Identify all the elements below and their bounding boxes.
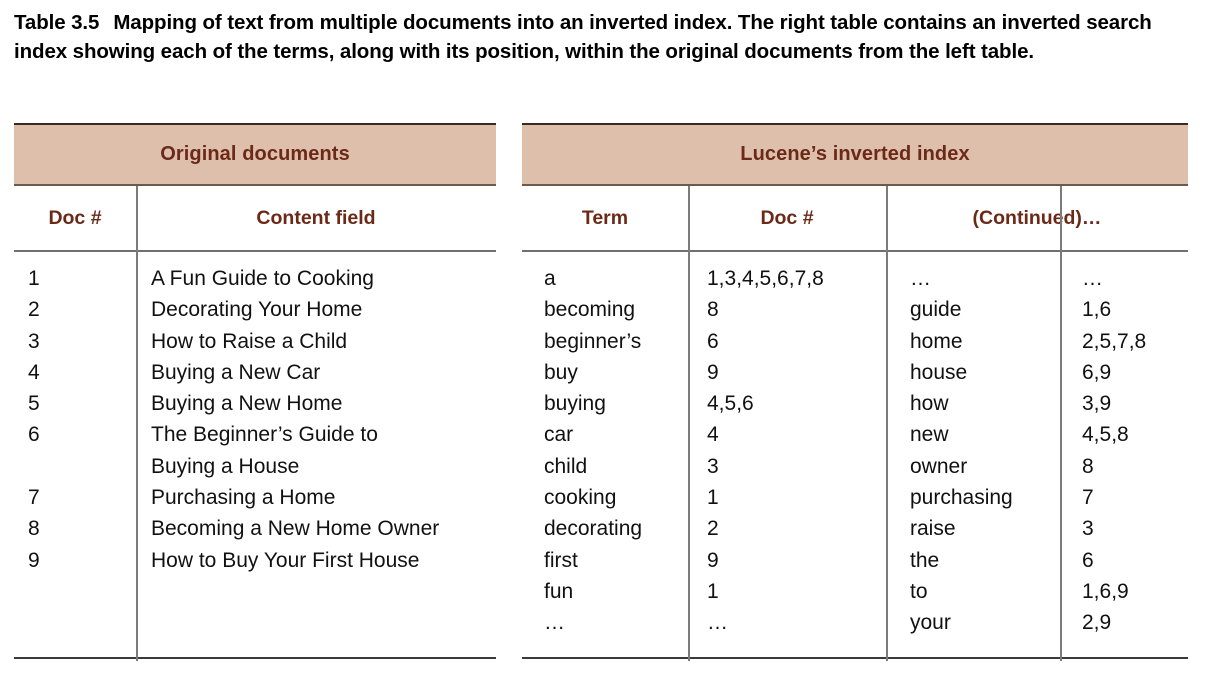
table-cell: 9 bbox=[28, 548, 40, 572]
table-cell: Decorating Your Home bbox=[151, 298, 363, 322]
table-cell: 4,5,6 bbox=[707, 392, 754, 416]
table-cell: 2 bbox=[28, 298, 40, 322]
table-cell: beginner’s bbox=[544, 329, 642, 353]
left-table-body: 1 2 3 4 5 6 7 8 9 A Fun Guide to Cooking… bbox=[14, 252, 496, 659]
table-cell: 8 bbox=[707, 298, 719, 322]
inverted-index-table: Lucene’s inverted index Term Doc # (Cont… bbox=[522, 123, 1188, 661]
column-header-content-field: Content field bbox=[256, 206, 376, 229]
table-cell: owner bbox=[910, 454, 968, 478]
table-cell: 4 bbox=[28, 360, 40, 384]
table-cell: raise bbox=[910, 517, 956, 541]
caption-text: Mapping of text from multiple documents … bbox=[14, 11, 1152, 63]
table-cell: 1,6 bbox=[1082, 298, 1112, 322]
continued-doc-number-column: … 1,6 2,5,7,8 6,9 3,9 4,5,8 8 7 3 6 1,6,… bbox=[1060, 252, 1188, 639]
table-cell: 1 bbox=[707, 579, 719, 603]
right-table-body: a becoming beginner’s buy buying car chi… bbox=[522, 252, 1188, 659]
table-cell bbox=[28, 451, 136, 482]
table-cell: 6 bbox=[1082, 548, 1094, 572]
left-doc-number-column: 1 2 3 4 5 6 7 8 9 bbox=[14, 252, 136, 576]
table-cell: a bbox=[544, 267, 556, 290]
table-cell: 6 bbox=[28, 423, 40, 447]
table-cell: … bbox=[707, 611, 728, 635]
continued-term-column: … guide home house how new owner purchas… bbox=[886, 252, 1060, 639]
table-cell: decorating bbox=[544, 517, 643, 541]
table-cell: house bbox=[910, 360, 968, 384]
table-cell: 1 bbox=[707, 486, 719, 510]
column-header-continued: (Continued)… bbox=[972, 206, 1102, 229]
right-table-divider-continued-inner bbox=[1060, 186, 1062, 661]
column-header-doc-number: Doc # bbox=[48, 206, 102, 229]
left-table-title: Original documents bbox=[160, 143, 350, 165]
right-table-band: Lucene’s inverted index bbox=[522, 123, 1188, 186]
table-cell: 4,5,8 bbox=[1082, 423, 1129, 447]
table-cell: car bbox=[544, 423, 574, 447]
right-table-divider-doc-continued bbox=[886, 186, 888, 661]
table-cell: how bbox=[910, 392, 949, 416]
column-header-doc-number: Doc # bbox=[760, 206, 814, 229]
table-cell: Buying a New Car bbox=[151, 360, 321, 384]
table-cell: Becoming a New Home Owner bbox=[151, 517, 440, 541]
table-cell: 6 bbox=[707, 329, 719, 353]
table-cell: Purchasing a Home bbox=[151, 486, 336, 510]
table-cell: 9 bbox=[707, 360, 719, 384]
term-column: a becoming beginner’s buy buying car chi… bbox=[522, 252, 688, 639]
right-table-column-headers: Term Doc # (Continued)… bbox=[522, 186, 1188, 252]
table-cell: 7 bbox=[28, 486, 40, 510]
table-cell: 3 bbox=[707, 454, 719, 478]
table-cell: becoming bbox=[544, 298, 636, 322]
left-table-column-headers: Doc # Content field bbox=[14, 186, 496, 252]
table-cell: guide bbox=[910, 298, 962, 322]
table-cell: purchasing bbox=[910, 486, 1013, 510]
table-cell: … bbox=[910, 267, 931, 290]
table-cell: 5 bbox=[28, 392, 40, 416]
table-cell: Buying a New Home bbox=[151, 392, 343, 416]
table-cell: 9 bbox=[707, 548, 719, 572]
column-header-term: Term bbox=[581, 206, 629, 229]
table-cell: the bbox=[910, 548, 940, 572]
table-cell: child bbox=[544, 454, 588, 478]
table-cell: first bbox=[544, 548, 578, 572]
table-cell: 1 bbox=[28, 267, 40, 290]
table-cell: A Fun Guide to Cooking bbox=[151, 267, 374, 290]
table-cell: … bbox=[1082, 267, 1103, 290]
table-cell: 2,9 bbox=[1082, 611, 1112, 635]
table-cell: 7 bbox=[1082, 486, 1094, 510]
table-cell: 1,6,9 bbox=[1082, 579, 1129, 603]
table-cell: 8 bbox=[1082, 454, 1094, 478]
table-cell: Buying a House bbox=[151, 454, 300, 478]
table-cell: 2 bbox=[707, 517, 719, 541]
caption-label: Table 3.5 bbox=[14, 11, 100, 34]
table-cell: 2,5,7,8 bbox=[1082, 329, 1147, 353]
left-table-column-divider bbox=[136, 186, 138, 661]
table-cell: 1,3,4,5,6,7,8 bbox=[707, 267, 824, 290]
figure-page: Table 3.5 Mapping of text from multiple d… bbox=[0, 0, 1228, 684]
table-cell: to bbox=[910, 579, 928, 603]
left-content-field-column: A Fun Guide to Cooking Decorating Your H… bbox=[136, 252, 496, 576]
term-doc-number-column: 1,3,4,5,6,7,8 8 6 9 4,5,6 4 3 1 2 9 1 … bbox=[688, 252, 886, 639]
right-table-divider-term-doc bbox=[688, 186, 690, 661]
table-cell: 4 bbox=[707, 423, 719, 447]
table-caption: Table 3.5 Mapping of text from multiple d… bbox=[14, 8, 1200, 66]
table-cell: 3 bbox=[1082, 517, 1094, 541]
table-cell: How to Buy Your First House bbox=[151, 548, 420, 572]
table-cell: 8 bbox=[28, 517, 40, 541]
table-cell: 6,9 bbox=[1082, 360, 1112, 384]
right-table-title: Lucene’s inverted index bbox=[740, 143, 970, 165]
table-cell: your bbox=[910, 611, 951, 635]
original-documents-table: Original documents Doc # Content field 1… bbox=[14, 123, 496, 661]
table-cell: home bbox=[910, 329, 963, 353]
left-table-band: Original documents bbox=[14, 123, 496, 186]
table-cell: buy bbox=[544, 360, 578, 384]
table-cell: … bbox=[544, 611, 565, 635]
table-cell: 3 bbox=[28, 329, 40, 353]
table-cell: buying bbox=[544, 392, 606, 416]
table-cell: 3,9 bbox=[1082, 392, 1112, 416]
table-cell: fun bbox=[544, 579, 574, 603]
table-cell: cooking bbox=[544, 486, 617, 510]
table-cell: The Beginner’s Guide to bbox=[151, 423, 378, 447]
table-cell: How to Raise a Child bbox=[151, 329, 348, 353]
table-cell: new bbox=[910, 423, 949, 447]
